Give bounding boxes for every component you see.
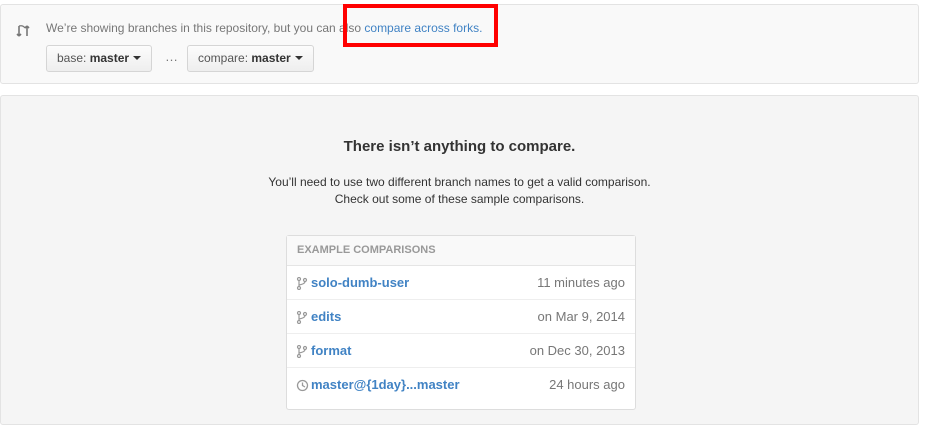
fork-notice-text: We’re showing branches in this repositor… — [46, 21, 365, 35]
example-comparisons-header: EXAMPLE COMPARISONS — [287, 236, 635, 266]
example-row-edits[interactable]: edits on Mar 9, 2014 — [287, 300, 635, 334]
base-branch-button[interactable]: base: master — [46, 45, 153, 72]
example-date: 24 hours ago — [549, 377, 625, 392]
blankslate-line-2: Check out some of these sample compariso… — [334, 192, 585, 206]
example-comparisons: EXAMPLE COMPARISONS solo-dumb-user 11 mi… — [286, 235, 636, 410]
compare-branch-name: master — [251, 51, 291, 65]
example-name[interactable]: solo-dumb-user — [311, 275, 409, 290]
branch-icon — [296, 345, 308, 358]
history-icon — [296, 379, 309, 392]
example-row-master-1day[interactable]: master@{1day}...master 24 hours ago — [287, 368, 635, 402]
compare-icon — [16, 25, 30, 37]
fork-notice: We’re showing branches in this repositor… — [46, 20, 482, 36]
chevron-down-icon — [294, 55, 303, 60]
base-label: base: — [57, 51, 90, 65]
compare-across-forks-link[interactable]: compare across forks. — [364, 21, 482, 35]
example-date: 11 minutes ago — [537, 275, 625, 290]
blankslate-line-1: You’ll need to use two different branch … — [268, 175, 651, 189]
range-separator: … — [165, 49, 178, 64]
example-name[interactable]: master@{1day}...master — [311, 377, 460, 392]
compare-label: compare: — [198, 51, 252, 65]
example-name[interactable]: format — [311, 343, 351, 358]
base-branch-name: master — [89, 51, 130, 65]
example-row-format[interactable]: format on Dec 30, 2013 — [287, 334, 635, 368]
example-name[interactable]: edits — [311, 309, 341, 324]
example-date: on Dec 30, 2013 — [529, 343, 625, 358]
blankslate: There isn’t anything to compare. You’ll … — [0, 95, 919, 425]
branch-icon — [296, 277, 308, 290]
blankslate-title: There isn’t anything to compare. — [343, 138, 576, 155]
compare-branch-button[interactable]: compare: master — [187, 45, 314, 72]
branch-icon — [296, 311, 308, 324]
range-editor: We’re showing branches in this repositor… — [0, 4, 919, 84]
example-row-solo-dumb-user[interactable]: solo-dumb-user 11 minutes ago — [287, 266, 635, 300]
example-date: on Mar 9, 2014 — [537, 309, 625, 324]
chevron-down-icon — [133, 55, 142, 60]
